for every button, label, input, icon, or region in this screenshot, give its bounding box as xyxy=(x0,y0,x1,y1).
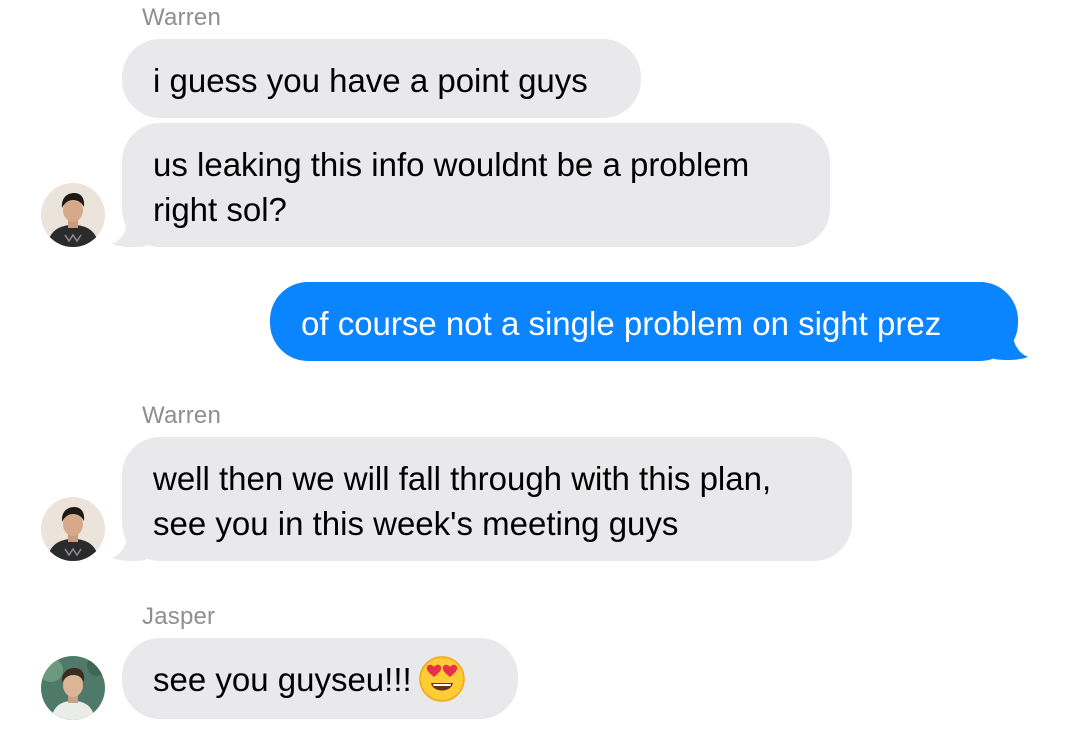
message-bubble[interactable]: us leaking this info wouldnt be a proble… xyxy=(122,123,830,247)
message-text: see you guyseu!!! xyxy=(153,661,412,698)
sender-name: Warren xyxy=(142,4,221,31)
message-text: of course not a single problem on sight … xyxy=(301,305,942,342)
message-text-line: right sol? xyxy=(153,191,287,228)
avatar[interactable] xyxy=(41,183,105,247)
avatar[interactable] xyxy=(41,497,105,561)
heart-eyes-emoji-icon xyxy=(418,656,465,703)
message-bubble[interactable]: well then we will fall through with this… xyxy=(122,437,852,561)
message-content: see you guyseu!!! xyxy=(153,656,487,703)
sender-name: Warren xyxy=(142,402,221,429)
sender-name: Jasper xyxy=(142,603,216,630)
message-text-line: well then we will fall through with this… xyxy=(153,460,772,497)
message-bubble-outgoing[interactable]: of course not a single problem on sight … xyxy=(270,282,1018,361)
message-text-line: see you in this week's meeting guys xyxy=(153,505,679,542)
avatar[interactable] xyxy=(41,656,105,720)
message-bubble[interactable]: see you guyseu!!! xyxy=(122,638,518,719)
message-text: i guess you have a point guys xyxy=(153,62,588,99)
message-bubble[interactable]: i guess you have a point guys xyxy=(122,39,641,118)
message-text-line: us leaking this info wouldnt be a proble… xyxy=(153,146,750,183)
